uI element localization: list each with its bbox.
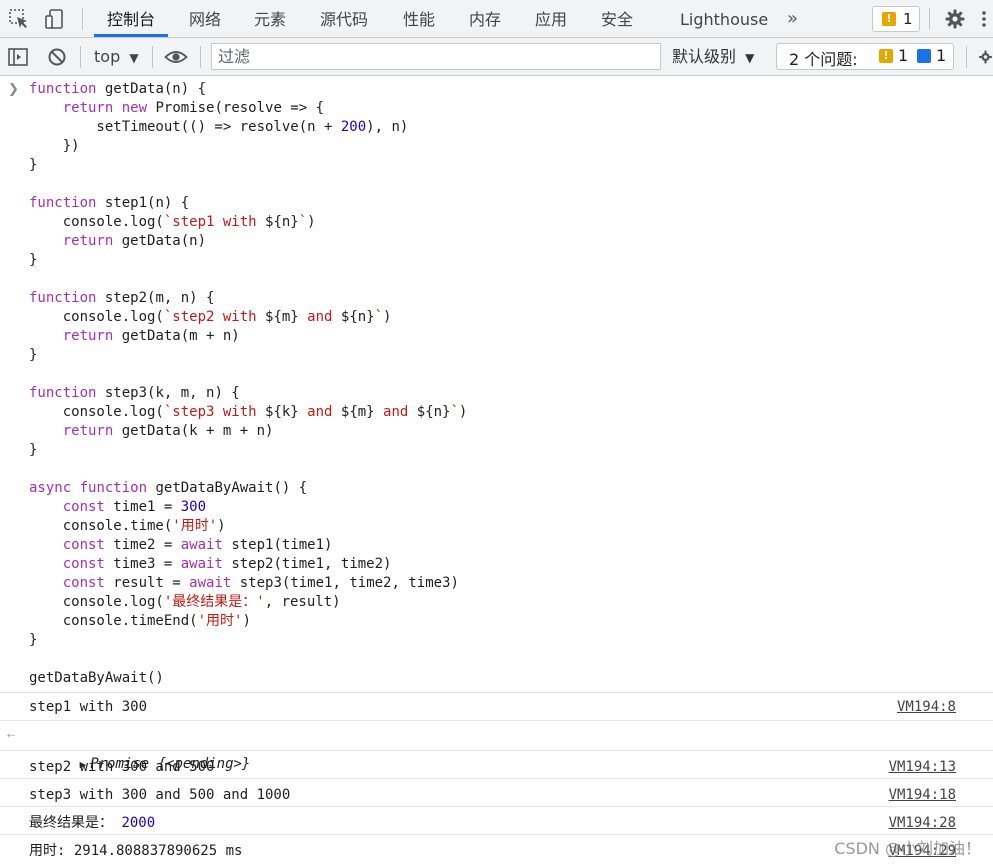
issues-label: 2 个问题:	[789, 50, 858, 69]
source-link[interactable]: VM194:13	[889, 753, 956, 781]
tab-security[interactable]: 安全	[601, 0, 633, 37]
more-options-icon[interactable]	[978, 8, 990, 30]
source-link[interactable]: VM194:8	[897, 693, 956, 721]
log-message-text: 最终结果是： 2000	[29, 809, 155, 837]
toolbar-divider	[200, 46, 201, 68]
dropdown-arrow-icon: ▼	[745, 51, 755, 65]
warning-count: 1	[903, 10, 913, 28]
dropdown-arrow-icon: ▼	[129, 51, 139, 65]
input-prompt-chevron-icon: ❯	[8, 82, 19, 97]
issues-info-count: 1	[936, 46, 947, 65]
toolbar-divider	[82, 8, 83, 30]
more-tabs-icon[interactable]: »	[787, 8, 798, 29]
tab-console[interactable]: 控制台	[94, 0, 168, 37]
tab-lighthouse[interactable]: Lighthouse	[680, 0, 768, 37]
tab-network[interactable]: 网络	[189, 0, 221, 37]
watermark: CSDN @小刘加油！	[834, 839, 981, 858]
tab-application[interactable]: 应用	[535, 0, 567, 37]
issues-button[interactable]: 2 个问题: ! 1 1	[776, 43, 954, 70]
source-link[interactable]: VM194:18	[889, 781, 956, 809]
settings-gear-icon[interactable]	[944, 8, 966, 30]
toolbar-divider	[152, 46, 153, 68]
result-label: 最终结果是：	[29, 815, 113, 831]
issues-warning-count: 1	[898, 46, 909, 65]
console-toolbar: top ▼ 默认级别 ▼ 2 个问题: ! 1 1	[0, 38, 993, 76]
entered-code: function getData(n) { return new Promise…	[29, 81, 468, 686]
log-message-row: step2 with 300 and 500 VM194:13	[0, 750, 993, 778]
log-message-text: step1 with 300	[29, 699, 148, 715]
log-levels-dropdown[interactable]: 默认级别 ▼	[672, 38, 754, 77]
log-message-text: 用时: 2914.808837890625 ms	[29, 843, 243, 859]
log-message-text: step2 with 300 and 500	[29, 759, 215, 775]
log-message-text: step3 with 300 and 500 and 1000	[29, 787, 291, 803]
tab-memory[interactable]: 内存	[469, 0, 501, 37]
tab-sources[interactable]: 源代码	[320, 0, 368, 37]
toolbar-divider	[80, 46, 81, 68]
warning-badge[interactable]: ! 1	[872, 6, 920, 32]
tab-performance[interactable]: 性能	[403, 0, 435, 37]
warning-icon: !	[879, 49, 893, 63]
warning-icon: !	[882, 12, 896, 26]
devtools-tab-bar: 控制台 网络 元素 源代码 性能 内存 应用 安全 Lighthouse » !…	[0, 0, 993, 38]
live-expression-eye-icon[interactable]	[164, 46, 188, 68]
console-settings-gear-icon[interactable]	[978, 46, 993, 68]
source-link[interactable]: VM194:28	[889, 809, 956, 837]
log-levels-label: 默认级别	[672, 47, 737, 66]
result-value: 2000	[121, 815, 156, 831]
info-message-icon	[917, 49, 931, 63]
context-selector[interactable]: top ▼	[94, 38, 139, 75]
log-message-row: 最终结果是： 2000 VM194:28	[0, 806, 993, 834]
toolbar-divider	[966, 46, 967, 68]
device-toolbar-icon[interactable]	[44, 8, 66, 30]
context-label: top	[94, 47, 121, 66]
clear-console-icon[interactable]	[46, 46, 68, 68]
console-output[interactable]: ❯ function getData(n) { return new Promi…	[0, 76, 993, 866]
tab-elements[interactable]: 元素	[254, 0, 286, 37]
return-value-row: ⇠ ▶ Promise {<pending>}	[0, 720, 993, 772]
log-message-row: step3 with 300 and 500 and 1000 VM194:18	[0, 778, 993, 806]
toolbar-divider	[929, 8, 930, 30]
inspect-element-icon[interactable]	[8, 8, 30, 30]
log-message-row: step1 with 300 VM194:8	[0, 692, 993, 720]
return-value-arrow-icon: ⇠	[7, 728, 15, 743]
sidebar-toggle-icon[interactable]	[7, 46, 29, 68]
filter-input[interactable]	[211, 43, 661, 70]
